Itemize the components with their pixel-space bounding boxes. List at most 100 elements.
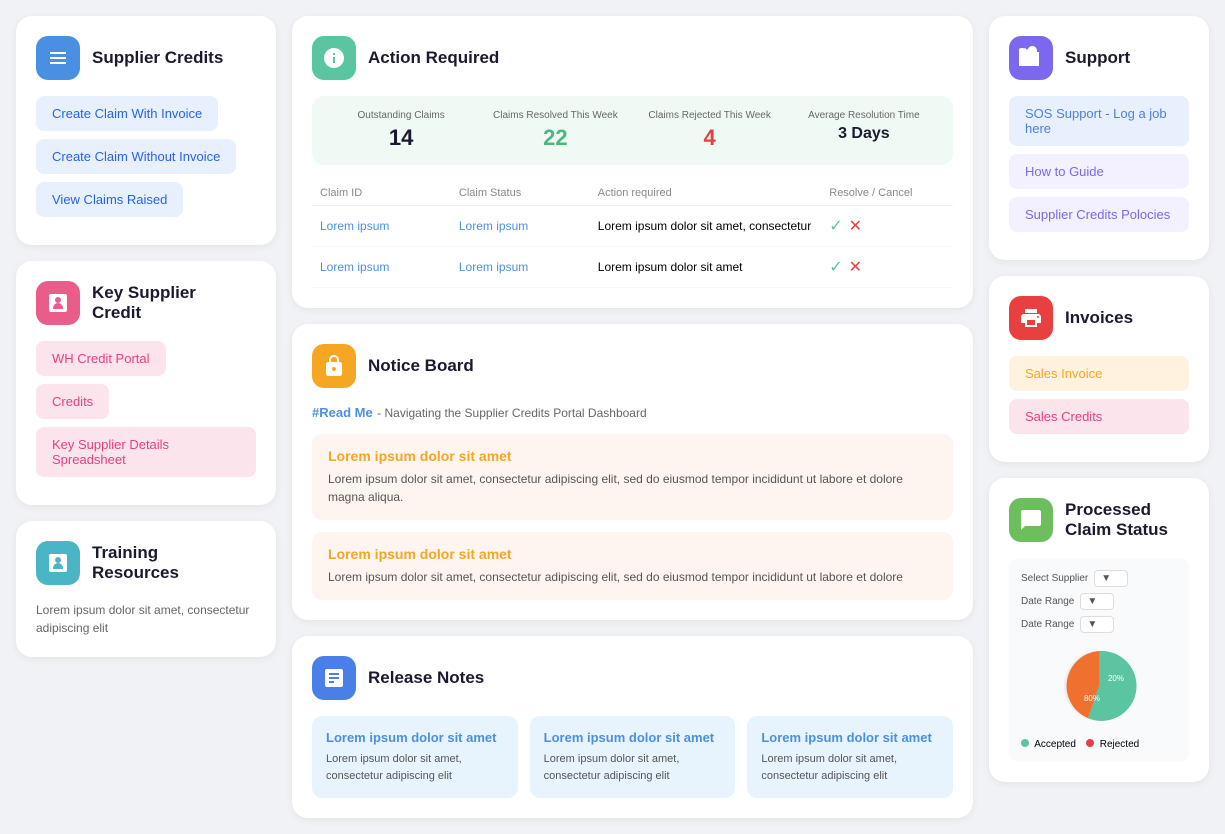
supplier-select-label: Select Supplier <box>1021 573 1088 584</box>
sales-credits-button[interactable]: Sales Credits <box>1009 399 1189 434</box>
outstanding-stat: Outstanding Claims 14 <box>328 110 474 151</box>
notice-item-2-text: Lorem ipsum dolor sit amet, consectetur … <box>328 568 937 586</box>
training-card: Training Resources Lorem ipsum dolor sit… <box>16 521 276 657</box>
row2-cancel-icon[interactable]: ✕ <box>849 257 862 277</box>
supplier-credits-icon <box>36 36 80 80</box>
action-required-icon <box>312 36 356 80</box>
invoices-icon <box>1009 296 1053 340</box>
avg-label: Average Resolution Time <box>791 110 937 121</box>
key-supplier-card: Key Supplier Credit WH Credit Portal Cre… <box>16 261 276 505</box>
support-header: Support <box>1009 36 1189 80</box>
sales-invoice-button[interactable]: Sales Invoice <box>1009 356 1189 391</box>
support-icon <box>1009 36 1053 80</box>
notice-board-header: Notice Board <box>312 344 953 388</box>
chart-controls: Select Supplier ▼ Date Range ▼ Date Rang… <box>1021 570 1177 633</box>
processed-claim-card: Processed Claim Status Select Supplier ▼… <box>989 478 1209 782</box>
training-text: Lorem ipsum dolor sit amet, consectetur … <box>36 601 256 637</box>
row2-check-icon[interactable]: ✓ <box>829 257 842 277</box>
notice-item-2-title: Lorem ipsum dolor sit amet <box>328 546 937 562</box>
date-range-1-label: Date Range <box>1021 596 1074 607</box>
read-me-link[interactable]: #Read Me <box>312 405 373 420</box>
avg-value: 3 Days <box>791 125 937 143</box>
pie-chart-svg: 20% 80% <box>1054 641 1144 731</box>
credits-button[interactable]: Credits <box>36 384 109 419</box>
training-title: Training Resources <box>92 543 179 584</box>
rejected-legend: Rejected <box>1086 739 1139 750</box>
invoices-header: Invoices <box>1009 296 1189 340</box>
release-notes-icon <box>312 656 356 700</box>
col-action: Action required <box>598 187 829 199</box>
date-range-1-row: Date Range ▼ <box>1021 593 1177 610</box>
rejected-dot <box>1086 739 1094 747</box>
notice-item-1-title: Lorem ipsum dolor sit amet <box>328 448 937 464</box>
chart-legend: Accepted Rejected <box>1021 739 1177 750</box>
notice-subtitle: - Navigating the Supplier Credits Portal… <box>377 406 646 420</box>
notice-board-title: Notice Board <box>368 356 474 376</box>
processed-claim-title: Processed Claim Status <box>1065 500 1168 541</box>
outstanding-label: Outstanding Claims <box>328 110 474 121</box>
row1-cancel-icon[interactable]: ✕ <box>849 216 862 236</box>
table-row: Lorem ipsum Lorem ipsum Lorem ipsum dolo… <box>312 206 953 247</box>
release-item-1: Lorem ipsum dolor sit amet Lorem ipsum d… <box>312 716 518 798</box>
create-claim-no-invoice-button[interactable]: Create Claim Without Invoice <box>36 139 236 174</box>
action-required-title: Action Required <box>368 48 499 68</box>
release-item-2: Lorem ipsum dolor sit amet Lorem ipsum d… <box>530 716 736 798</box>
sos-support-button[interactable]: SOS Support - Log a job here <box>1009 96 1189 146</box>
avg-stat: Average Resolution Time 3 Days <box>791 110 937 151</box>
release-item-1-text: Lorem ipsum dolor sit amet, consectetur … <box>326 751 504 784</box>
row1-status[interactable]: Lorem ipsum <box>459 219 598 233</box>
rejected-pct-label: 20% <box>1108 674 1124 683</box>
rejected-stat: Claims Rejected This Week 4 <box>637 110 783 151</box>
notice-board-icon <box>312 344 356 388</box>
action-required-header: Action Required <box>312 36 953 80</box>
supplier-select[interactable]: ▼ <box>1094 570 1128 587</box>
key-supplier-icon <box>36 281 80 325</box>
training-header: Training Resources <box>36 541 256 585</box>
accepted-pct-label: 80% <box>1084 694 1100 703</box>
row2-status[interactable]: Lorem ipsum <box>459 260 598 274</box>
invoices-title: Invoices <box>1065 308 1133 328</box>
chart-container: Select Supplier ▼ Date Range ▼ Date Rang… <box>1009 558 1189 762</box>
pie-chart-area: 20% 80% <box>1021 641 1177 731</box>
release-notes-header: Release Notes <box>312 656 953 700</box>
how-to-guide-button[interactable]: How to Guide <box>1009 154 1189 189</box>
row2-id[interactable]: Lorem ipsum <box>320 260 459 274</box>
row1-check-icon[interactable]: ✓ <box>829 216 842 236</box>
release-item-2-title: Lorem ipsum dolor sit amet <box>544 730 722 745</box>
table-row: Lorem ipsum Lorem ipsum Lorem ipsum dolo… <box>312 247 953 288</box>
release-item-3-title: Lorem ipsum dolor sit amet <box>761 730 939 745</box>
spreadsheet-button[interactable]: Key Supplier Details Spreadsheet <box>36 427 256 477</box>
invoices-card: Invoices Sales Invoice Sales Credits <box>989 276 1209 462</box>
action-required-card: Action Required Outstanding Claims 14 Cl… <box>292 16 973 308</box>
accepted-dot <box>1021 739 1029 747</box>
create-claim-invoice-button[interactable]: Create Claim With Invoice <box>36 96 218 131</box>
supplier-credits-header: Supplier Credits <box>36 36 256 80</box>
date-range-1-select[interactable]: ▼ <box>1080 593 1114 610</box>
date-range-2-select[interactable]: ▼ <box>1080 616 1114 633</box>
supplier-select-row: Select Supplier ▼ <box>1021 570 1177 587</box>
row2-action: Lorem ipsum dolor sit amet <box>598 260 829 274</box>
resolved-label: Claims Resolved This Week <box>482 110 628 121</box>
notice-subtitle-row: #Read Me - Navigating the Supplier Credi… <box>312 404 953 422</box>
support-title: Support <box>1065 48 1130 68</box>
processed-claim-icon <box>1009 498 1053 542</box>
outstanding-value: 14 <box>328 125 474 151</box>
resolved-stat: Claims Resolved This Week 22 <box>482 110 628 151</box>
row1-action: Lorem ipsum dolor sit amet, consectetur <box>598 219 829 233</box>
release-grid: Lorem ipsum dolor sit amet Lorem ipsum d… <box>312 716 953 798</box>
date-range-2-row: Date Range ▼ <box>1021 616 1177 633</box>
stats-row: Outstanding Claims 14 Claims Resolved Th… <box>312 96 953 165</box>
notice-item-1-text: Lorem ipsum dolor sit amet, consectetur … <box>328 470 937 506</box>
release-item-2-text: Lorem ipsum dolor sit amet, consectetur … <box>544 751 722 784</box>
credit-portal-button[interactable]: WH Credit Portal <box>36 341 166 376</box>
resolved-value: 22 <box>482 125 628 151</box>
row1-id[interactable]: Lorem ipsum <box>320 219 459 233</box>
row1-actions: ✓ ✕ <box>829 216 945 236</box>
view-claims-button[interactable]: View Claims Raised <box>36 182 183 217</box>
supplier-credits-title: Supplier Credits <box>92 48 223 68</box>
release-item-3: Lorem ipsum dolor sit amet Lorem ipsum d… <box>747 716 953 798</box>
policies-button[interactable]: Supplier Credits Polocies <box>1009 197 1189 232</box>
release-item-1-title: Lorem ipsum dolor sit amet <box>326 730 504 745</box>
rejected-label: Claims Rejected This Week <box>637 110 783 121</box>
accepted-legend: Accepted <box>1021 739 1076 750</box>
